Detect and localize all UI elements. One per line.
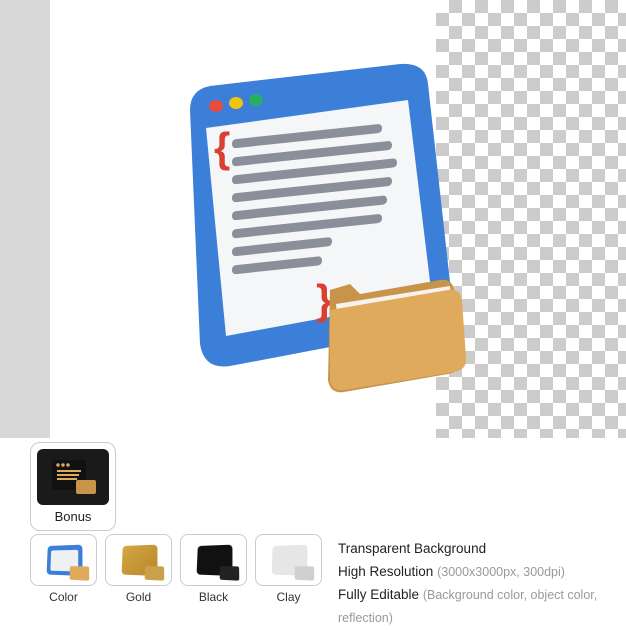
variant-black-label: Black [180,590,247,604]
feature-resolution-detail: (3000x3000px, 300dpi) [437,565,565,579]
feature-transparent: Transparent Background [338,538,626,561]
variant-clay: Clay [255,534,322,604]
feature-editable: Fully Editable (Background color, object… [338,584,626,630]
feature-editable-label: Fully Editable [338,587,419,602]
variant-clay-thumb [255,534,322,586]
variant-color: Color [30,534,97,604]
hero-3d-illustration: { } [130,60,500,400]
bonus-box: Bonus [30,442,116,531]
svg-text:{: { [214,124,230,171]
feature-list: Transparent Background High Resolution (… [338,538,626,630]
left-gray-strip [0,0,50,438]
variant-gold: Gold [105,534,172,604]
variant-gold-thumb [105,534,172,586]
variant-row: Color Gold Black Clay [30,534,322,604]
variant-color-thumb [30,534,97,586]
bonus-thumbnail [37,449,109,505]
variant-clay-label: Clay [255,590,322,604]
variant-black-thumb [180,534,247,586]
feature-resolution: High Resolution (3000x3000px, 300dpi) [338,561,626,584]
feature-resolution-label: High Resolution [338,564,433,579]
bonus-label: Bonus [37,509,109,524]
variant-gold-label: Gold [105,590,172,604]
variant-black: Black [180,534,247,604]
variant-color-label: Color [30,590,97,604]
